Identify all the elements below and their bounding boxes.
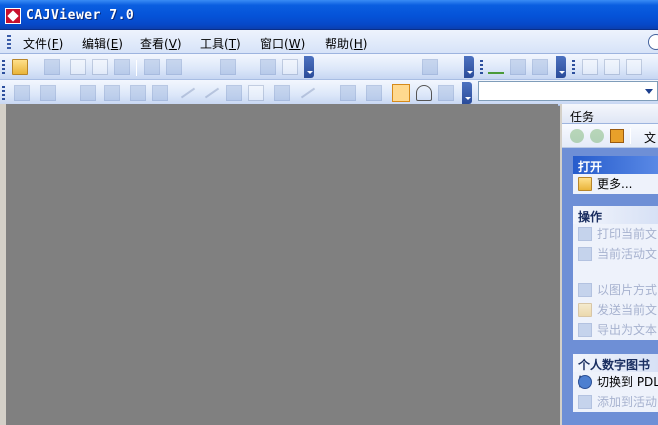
print-current-link[interactable]: 打印当前文: [573, 224, 658, 244]
menu-grip-handle[interactable]: [7, 35, 11, 49]
toolbar-group-annotate: [0, 82, 474, 104]
chevron-down-icon[interactable]: [645, 87, 653, 95]
window-title: CAJViewer 7.0: [26, 8, 135, 23]
library-icon: [578, 395, 592, 409]
toolbar-overflow-chevron-icon[interactable]: [462, 82, 472, 104]
undo-icon[interactable]: [220, 59, 236, 75]
page-icon[interactable]: [282, 59, 298, 75]
copy-icon[interactable]: [166, 59, 182, 75]
favorite-icon[interactable]: [416, 85, 432, 101]
export-text-link[interactable]: 导出为文本: [573, 320, 658, 340]
print-preview-icon[interactable]: [92, 59, 108, 75]
panel-pdl: 个人数字图书馆 切换到 PDL 添加到活动: [573, 354, 658, 412]
add-to-library-link[interactable]: 添加到活动: [573, 392, 658, 412]
switch-to-pdl-link[interactable]: 切换到 PDL: [573, 372, 658, 392]
link-tool-icon[interactable]: [274, 85, 290, 101]
toolbar-grip-handle[interactable]: [2, 86, 5, 100]
back-icon[interactable]: [570, 129, 584, 143]
select-text-icon[interactable]: [40, 85, 56, 101]
strikeout-tool-icon[interactable]: [340, 85, 356, 101]
save-icon: [578, 247, 592, 261]
bookmark-tool-icon[interactable]: [392, 84, 410, 102]
document-workspace[interactable]: [6, 104, 558, 425]
title-bar: CAJViewer 7.0: [0, 0, 658, 30]
toolbar-group-view: [318, 56, 476, 78]
folder-icon: [578, 177, 592, 191]
search-input[interactable]: [478, 81, 658, 101]
chart-line-icon[interactable]: [488, 62, 504, 74]
toolbar-standard: [0, 54, 658, 80]
menu-help[interactable]: 帮助(H): [325, 35, 367, 52]
toolbar-grip-handle[interactable]: [572, 60, 575, 74]
open-more-link[interactable]: 更多...: [573, 174, 658, 194]
spacer-row: [573, 264, 658, 280]
image-icon: [578, 283, 592, 297]
printer-icon: [578, 227, 592, 241]
panel-actions-heading: 操作: [573, 206, 658, 224]
toolbar-separator: [630, 128, 631, 144]
organize-icon[interactable]: [438, 85, 454, 101]
rotate-icon[interactable]: [152, 85, 168, 101]
facing-page-icon[interactable]: [626, 59, 642, 75]
send-current-link[interactable]: 发送当前文: [573, 300, 658, 320]
underline-tool-icon[interactable]: [300, 87, 316, 99]
arrow-tool-icon[interactable]: [204, 87, 220, 99]
toolbar-group-nav: [478, 56, 568, 78]
menu-view[interactable]: 查看(V): [140, 35, 182, 52]
toolbar-overflow-chevron-icon[interactable]: [304, 56, 314, 78]
forward-icon[interactable]: [590, 129, 604, 143]
task-pane-header: 任务: [562, 104, 658, 124]
switch-icon: [578, 375, 592, 389]
mail-icon: [578, 303, 592, 317]
panel-open-heading: 打开: [573, 156, 658, 174]
single-page-icon[interactable]: [582, 59, 598, 75]
zoom-out-icon[interactable]: [532, 59, 548, 75]
panel-pdl-heading: 个人数字图书馆: [573, 354, 658, 389]
rectangle-tool-icon[interactable]: [226, 85, 242, 101]
panel-pdl-body: 切换到 PDL 添加到活动: [573, 372, 658, 412]
eraser-tool-icon[interactable]: [366, 85, 382, 101]
snapshot-icon[interactable]: [104, 85, 120, 101]
continuous-page-icon[interactable]: [604, 59, 620, 75]
panel-open: 打开 更多...: [573, 156, 658, 194]
save-icon[interactable]: [44, 59, 60, 75]
menu-window[interactable]: 窗口(W): [260, 35, 305, 52]
toolbar-separator: [136, 60, 137, 76]
toolbar-group-file: [0, 56, 316, 78]
image-mode-link[interactable]: 以图片方式: [573, 280, 658, 300]
mdi-control-icon[interactable]: [648, 34, 658, 50]
panel-actions: 操作 打印当前文 当前活动文 以图片方式 发送当前文 导出为文本: [573, 206, 658, 340]
cut-icon[interactable]: [144, 59, 160, 75]
export-icon: [578, 323, 592, 337]
menu-tools[interactable]: 工具(T): [200, 35, 241, 52]
print-icon[interactable]: [70, 59, 86, 75]
open-file-icon[interactable]: [12, 59, 28, 75]
task-pane-title: 任务: [570, 110, 595, 124]
menu-bar: 文件(F) 编辑(E) 查看(V) 工具(T) 窗口(W) 帮助(H): [0, 30, 658, 54]
save-current-link[interactable]: 当前活动文: [573, 244, 658, 264]
panel-open-body: 更多...: [573, 174, 658, 194]
select-image-icon[interactable]: [80, 85, 96, 101]
email-icon[interactable]: [114, 59, 130, 75]
task-pane-nav-text[interactable]: 文: [644, 129, 656, 146]
toolbar-overflow-chevron-icon[interactable]: [556, 56, 566, 78]
task-pane: 任务 文 打开 更多... 操作 打印当前文 当前活动文 以图片方式 发送当前文…: [560, 104, 658, 425]
zoom-in-icon[interactable]: [510, 59, 526, 75]
toolbar-grip-handle[interactable]: [2, 60, 5, 74]
zoom-icon[interactable]: [422, 59, 438, 75]
menu-file[interactable]: 文件(F): [23, 35, 63, 52]
toolbar-overflow-chevron-icon[interactable]: [464, 56, 474, 78]
toolbar-group-layout: [570, 56, 658, 78]
app-icon[interactable]: [5, 8, 21, 24]
find-icon[interactable]: [130, 85, 146, 101]
hand-tool-icon[interactable]: [14, 85, 30, 101]
line-tool-icon[interactable]: [180, 87, 196, 99]
panel-actions-body: 打印当前文 当前活动文 以图片方式 发送当前文 导出为文本: [573, 224, 658, 340]
redo-icon[interactable]: [260, 59, 276, 75]
home-icon[interactable]: [610, 129, 624, 143]
toolbar-grip-handle[interactable]: [480, 60, 483, 74]
task-pane-nav: 文: [562, 124, 658, 148]
menu-edit[interactable]: 编辑(E): [82, 35, 123, 52]
note-tool-icon[interactable]: [248, 85, 264, 101]
